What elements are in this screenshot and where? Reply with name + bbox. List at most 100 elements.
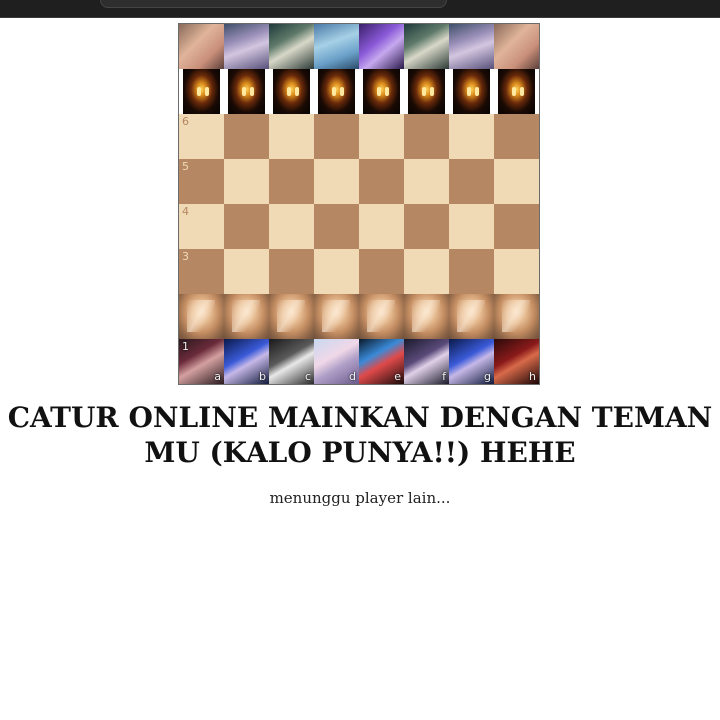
player-pawn[interactable] bbox=[224, 294, 269, 339]
square-f8[interactable] bbox=[404, 24, 449, 69]
square-f6[interactable] bbox=[404, 114, 449, 159]
square-b3[interactable] bbox=[224, 249, 269, 294]
square-d2[interactable] bbox=[314, 294, 359, 339]
opponent-piece[interactable] bbox=[179, 24, 224, 69]
square-g1[interactable]: g bbox=[449, 339, 494, 384]
square-a7[interactable] bbox=[179, 69, 224, 114]
square-b7[interactable] bbox=[224, 69, 269, 114]
square-a2[interactable] bbox=[179, 294, 224, 339]
square-f5[interactable] bbox=[404, 159, 449, 204]
square-b1[interactable]: b bbox=[224, 339, 269, 384]
square-h6[interactable] bbox=[494, 114, 539, 159]
opponent-pawn[interactable] bbox=[449, 69, 494, 114]
square-f2[interactable] bbox=[404, 294, 449, 339]
opponent-pawn[interactable] bbox=[404, 69, 449, 114]
player-pawn[interactable] bbox=[494, 294, 539, 339]
square-a6[interactable]: 6 bbox=[179, 114, 224, 159]
square-h8[interactable] bbox=[494, 24, 539, 69]
opponent-pawn[interactable] bbox=[179, 69, 224, 114]
square-h5[interactable] bbox=[494, 159, 539, 204]
square-b4[interactable] bbox=[224, 204, 269, 249]
square-e7[interactable] bbox=[359, 69, 404, 114]
rank-label: 3 bbox=[182, 250, 189, 263]
rank-label: 5 bbox=[182, 160, 189, 173]
square-d1[interactable]: d bbox=[314, 339, 359, 384]
opponent-piece[interactable] bbox=[494, 24, 539, 69]
square-a1[interactable]: 1a bbox=[179, 339, 224, 384]
opponent-pawn[interactable] bbox=[359, 69, 404, 114]
square-a8[interactable] bbox=[179, 24, 224, 69]
square-g4[interactable] bbox=[449, 204, 494, 249]
opponent-pawn[interactable] bbox=[494, 69, 539, 114]
square-f1[interactable]: f bbox=[404, 339, 449, 384]
player-pawn[interactable] bbox=[359, 294, 404, 339]
player-pawn[interactable] bbox=[314, 294, 359, 339]
chess-board[interactable]: 65 43 1abc def gh bbox=[178, 23, 540, 385]
pawn-highlight-detail bbox=[412, 300, 440, 332]
square-e5[interactable] bbox=[359, 159, 404, 204]
player-pawn[interactable] bbox=[269, 294, 314, 339]
square-e4[interactable] bbox=[359, 204, 404, 249]
square-b6[interactable] bbox=[224, 114, 269, 159]
square-d8[interactable] bbox=[314, 24, 359, 69]
square-g3[interactable] bbox=[449, 249, 494, 294]
square-c7[interactable] bbox=[269, 69, 314, 114]
square-d4[interactable] bbox=[314, 204, 359, 249]
opponent-piece[interactable] bbox=[269, 24, 314, 69]
square-c5[interactable] bbox=[269, 159, 314, 204]
address-bar[interactable] bbox=[100, 0, 447, 8]
square-g2[interactable] bbox=[449, 294, 494, 339]
square-c4[interactable] bbox=[269, 204, 314, 249]
square-d5[interactable] bbox=[314, 159, 359, 204]
square-d7[interactable] bbox=[314, 69, 359, 114]
opponent-piece[interactable] bbox=[404, 24, 449, 69]
square-g8[interactable] bbox=[449, 24, 494, 69]
opponent-piece[interactable] bbox=[314, 24, 359, 69]
square-h2[interactable] bbox=[494, 294, 539, 339]
opponent-piece[interactable] bbox=[449, 24, 494, 69]
opponent-piece[interactable] bbox=[359, 24, 404, 69]
square-f7[interactable] bbox=[404, 69, 449, 114]
square-b2[interactable] bbox=[224, 294, 269, 339]
file-label: g bbox=[484, 370, 491, 383]
page-title: CATUR ONLINE MAINKAN DENGAN TEMAN MU (KA… bbox=[7, 401, 713, 469]
square-e2[interactable] bbox=[359, 294, 404, 339]
square-a4[interactable]: 4 bbox=[179, 204, 224, 249]
opponent-pawn[interactable] bbox=[314, 69, 359, 114]
square-c3[interactable] bbox=[269, 249, 314, 294]
square-e6[interactable] bbox=[359, 114, 404, 159]
square-h7[interactable] bbox=[494, 69, 539, 114]
player-pawn[interactable] bbox=[449, 294, 494, 339]
pawn-eye-detail bbox=[332, 87, 336, 96]
square-c2[interactable] bbox=[269, 294, 314, 339]
square-f3[interactable] bbox=[404, 249, 449, 294]
square-h1[interactable]: h bbox=[494, 339, 539, 384]
opponent-pawn[interactable] bbox=[224, 69, 269, 114]
square-d6[interactable] bbox=[314, 114, 359, 159]
player-pawn[interactable] bbox=[404, 294, 449, 339]
pawn-eye-detail bbox=[295, 87, 299, 96]
square-e8[interactable] bbox=[359, 24, 404, 69]
square-e3[interactable] bbox=[359, 249, 404, 294]
square-g5[interactable] bbox=[449, 159, 494, 204]
pawn-eye-detail bbox=[287, 87, 291, 96]
square-e1[interactable]: e bbox=[359, 339, 404, 384]
opponent-pawn[interactable] bbox=[269, 69, 314, 114]
square-f4[interactable] bbox=[404, 204, 449, 249]
square-c8[interactable] bbox=[269, 24, 314, 69]
square-c6[interactable] bbox=[269, 114, 314, 159]
square-b5[interactable] bbox=[224, 159, 269, 204]
square-h4[interactable] bbox=[494, 204, 539, 249]
square-b8[interactable] bbox=[224, 24, 269, 69]
pawn-eye-detail bbox=[520, 87, 524, 96]
player-pawn[interactable] bbox=[179, 294, 224, 339]
square-c1[interactable]: c bbox=[269, 339, 314, 384]
square-g7[interactable] bbox=[449, 69, 494, 114]
square-h3[interactable] bbox=[494, 249, 539, 294]
square-g6[interactable] bbox=[449, 114, 494, 159]
opponent-piece[interactable] bbox=[224, 24, 269, 69]
square-a5[interactable]: 5 bbox=[179, 159, 224, 204]
file-label: d bbox=[349, 370, 356, 383]
square-d3[interactable] bbox=[314, 249, 359, 294]
square-a3[interactable]: 3 bbox=[179, 249, 224, 294]
